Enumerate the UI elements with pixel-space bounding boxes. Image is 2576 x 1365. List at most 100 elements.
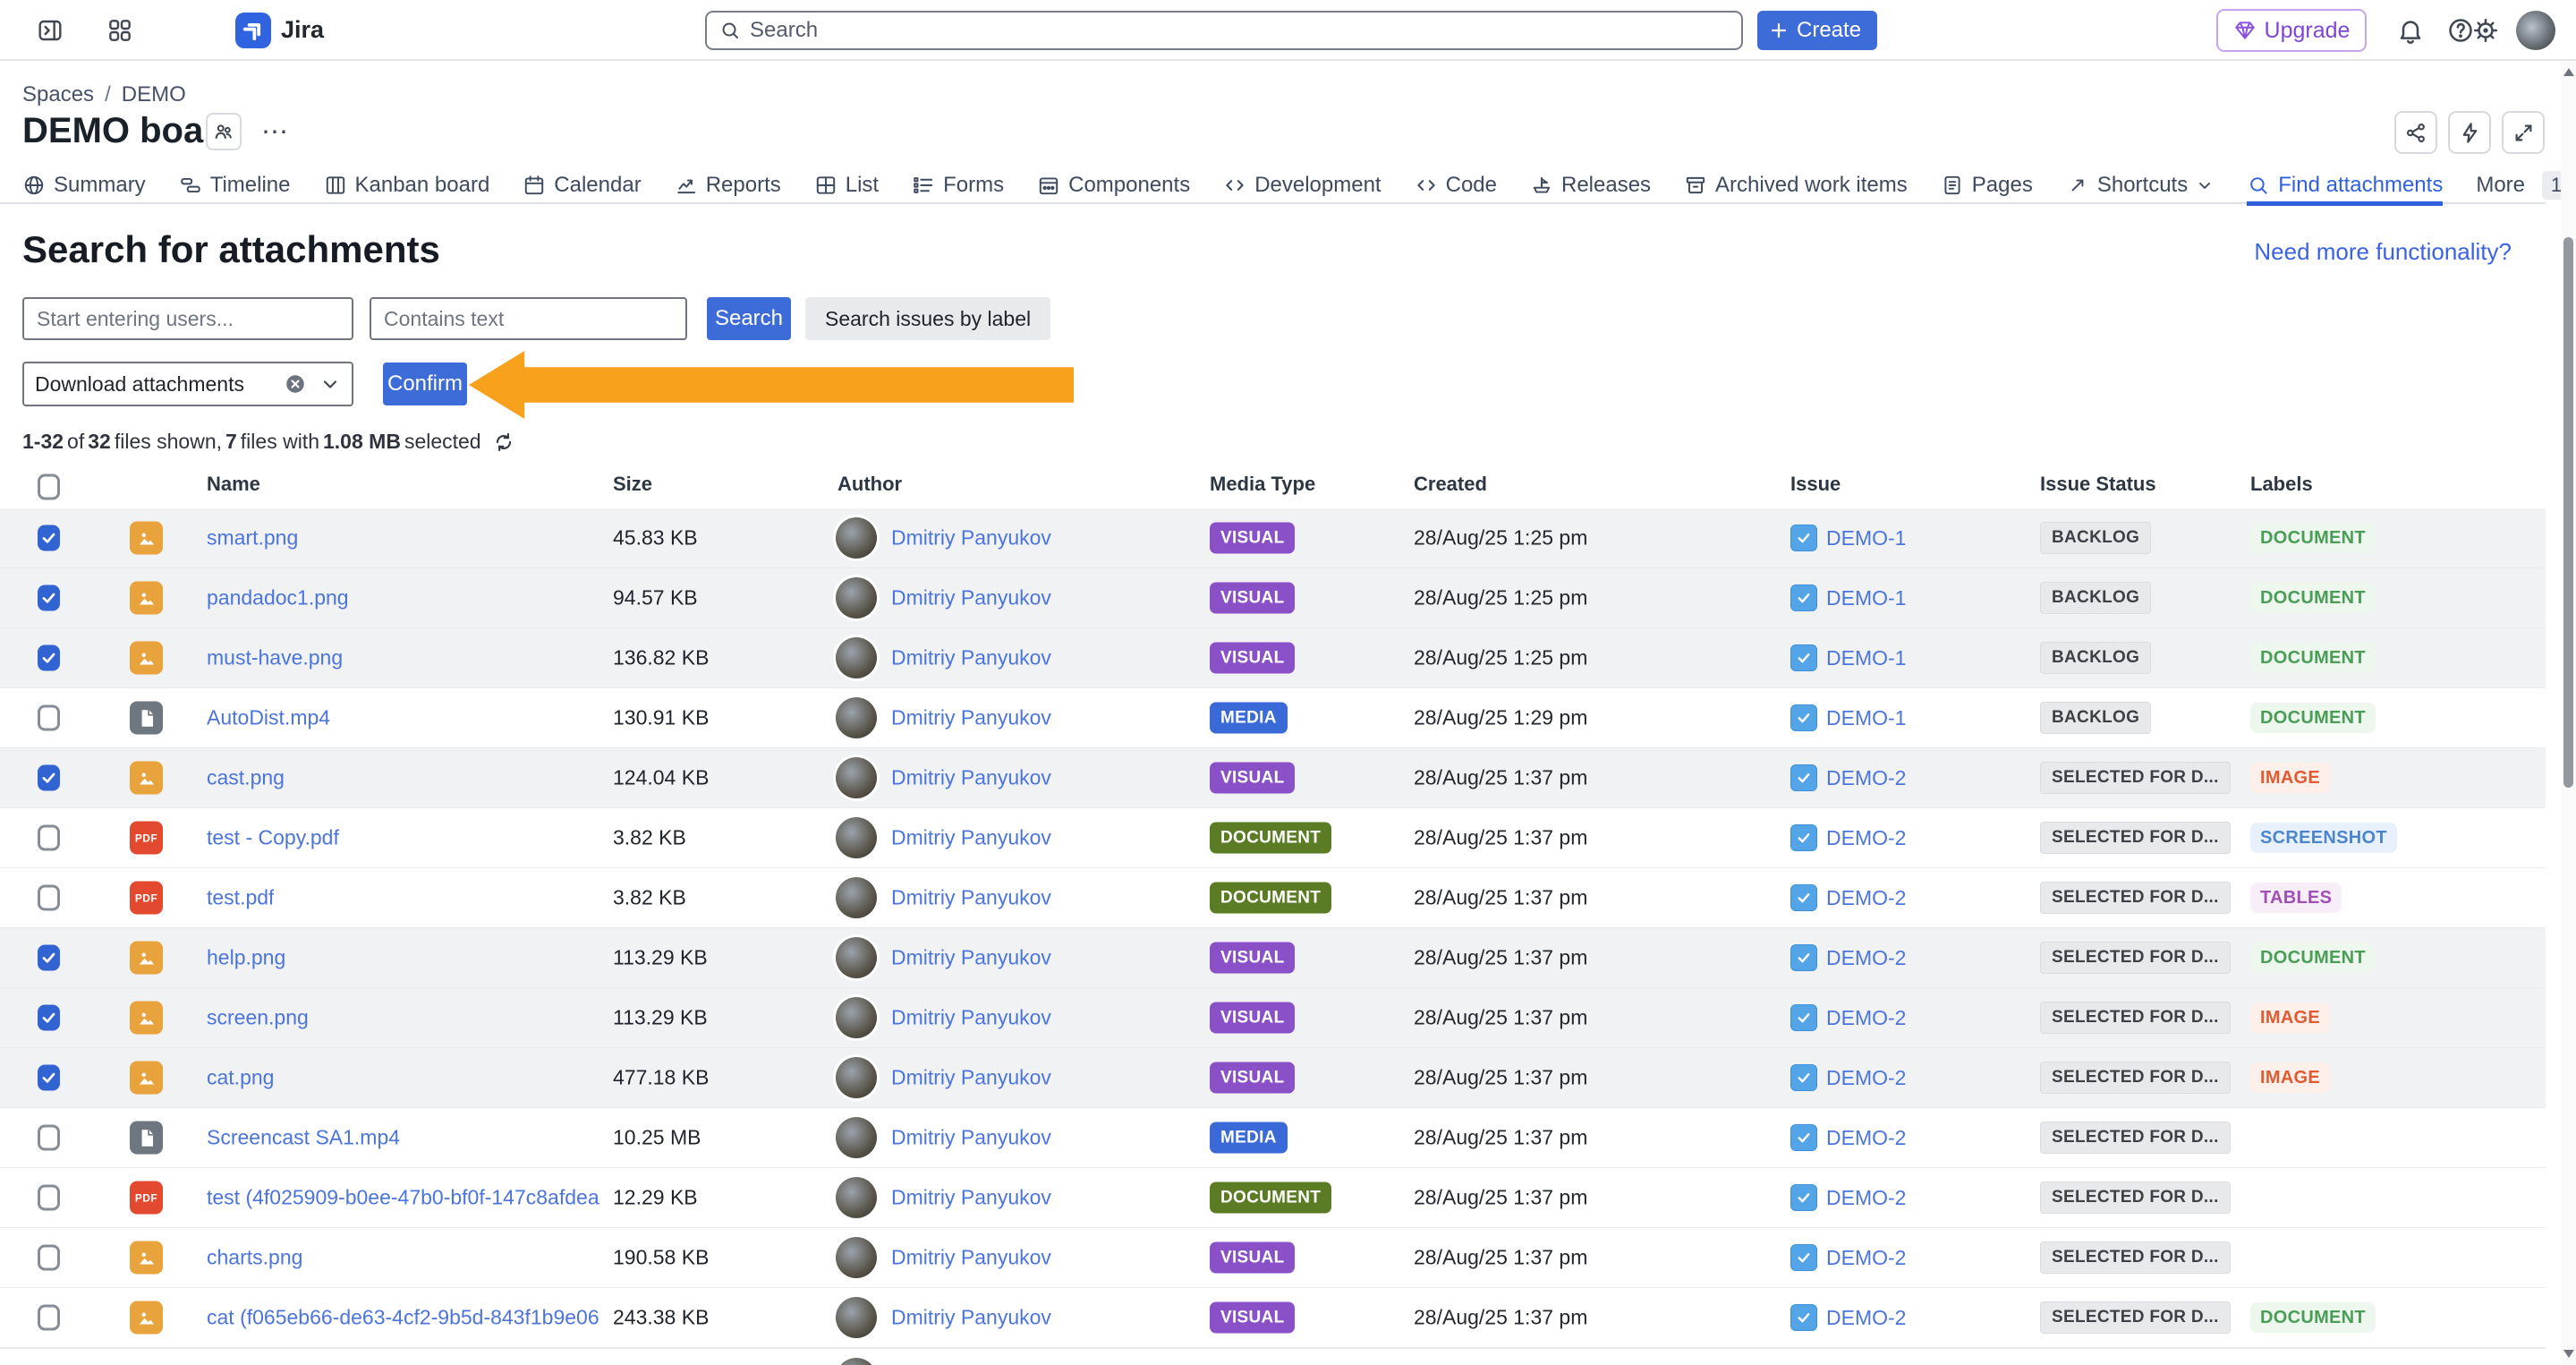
file-name-link[interactable]: test (4f025909-b0ee-47b0-bf0f-147c8afdea… [207, 1186, 600, 1210]
need-more-functionality-link[interactable]: Need more functionality? [2254, 238, 2512, 266]
tab-development[interactable]: Development [1223, 166, 1381, 204]
users-filter-input[interactable] [22, 297, 353, 340]
issue-link[interactable]: DEMO-1 [1826, 646, 1906, 670]
col-header-issue[interactable]: Issue [1790, 473, 1841, 496]
confirm-button[interactable]: Confirm [383, 363, 467, 405]
row-checkbox[interactable] [38, 645, 60, 671]
author-link[interactable]: Dmitriy Panyukov [891, 1126, 1051, 1150]
issue-link[interactable]: DEMO-2 [1826, 1006, 1906, 1030]
scrollbar-down-arrow[interactable] [2563, 1350, 2574, 1358]
issue-link[interactable]: DEMO-2 [1826, 1246, 1906, 1270]
author-link[interactable]: Dmitriy Panyukov [891, 526, 1051, 550]
scrollbar-thumb[interactable] [2563, 237, 2573, 788]
create-button[interactable]: Create [1757, 11, 1877, 50]
upgrade-button[interactable]: Upgrade [2216, 9, 2367, 52]
file-name-link[interactable]: charts.png [207, 1246, 302, 1270]
action-select[interactable]: Download attachments [22, 362, 353, 406]
share-button[interactable] [2394, 111, 2437, 154]
board-members-button[interactable] [206, 113, 242, 150]
refresh-icon[interactable] [492, 431, 515, 454]
file-name-link[interactable]: pandadoc1.png [207, 586, 349, 610]
tab-calendar[interactable]: Calendar [523, 166, 641, 204]
author-link[interactable]: Dmitriy Panyukov [891, 946, 1051, 970]
author-link[interactable]: Dmitriy Panyukov [891, 1006, 1051, 1030]
tab-shortcuts[interactable]: Shortcuts [2066, 166, 2214, 204]
file-name-link[interactable]: cast.png [207, 766, 285, 790]
row-checkbox[interactable] [38, 1245, 60, 1271]
tab-reports[interactable]: Reports [675, 166, 781, 204]
tab-pages[interactable]: Pages [1941, 166, 2033, 204]
issue-link[interactable]: DEMO-2 [1826, 946, 1906, 970]
row-checkbox[interactable] [38, 765, 60, 791]
row-checkbox[interactable] [38, 885, 60, 911]
sidebar-collapse-icon[interactable] [36, 16, 64, 45]
col-header-labels[interactable]: Labels [2250, 473, 2313, 496]
breadcrumb-spaces-link[interactable]: Spaces [22, 82, 94, 107]
row-checkbox[interactable] [38, 525, 60, 551]
author-link[interactable]: Dmitriy Panyukov [891, 826, 1051, 850]
notifications-bell-icon[interactable] [2396, 16, 2425, 45]
global-search[interactable] [705, 11, 1743, 50]
issue-link[interactable]: DEMO-1 [1826, 706, 1906, 730]
tab-archived-work-items[interactable]: Archived work items [1684, 166, 1908, 204]
tab-summary[interactable]: Summary [22, 166, 146, 204]
file-name-link[interactable]: help.png [207, 946, 285, 970]
col-header-author[interactable]: Author [837, 473, 902, 496]
author-link[interactable]: Dmitriy Panyukov [891, 1246, 1051, 1270]
issue-link[interactable]: DEMO-2 [1826, 1066, 1906, 1090]
search-issues-by-label-button[interactable]: Search issues by label [805, 297, 1050, 340]
issue-link[interactable]: DEMO-1 [1826, 586, 1906, 610]
file-name-link[interactable]: screen.png [207, 1006, 309, 1030]
issue-link[interactable]: DEMO-2 [1826, 886, 1906, 910]
issue-link[interactable]: DEMO-2 [1826, 1186, 1906, 1210]
file-name-link[interactable]: cat.png [207, 1066, 274, 1090]
search-button[interactable]: Search [707, 297, 791, 340]
breadcrumb-project-link[interactable]: DEMO [122, 82, 186, 107]
col-header-media-type[interactable]: Media Type [1210, 473, 1315, 496]
tab-code[interactable]: Code [1415, 166, 1497, 204]
scrollbar-up-arrow[interactable] [2563, 68, 2574, 76]
author-link[interactable]: Dmitriy Panyukov [891, 646, 1051, 670]
app-switcher-icon[interactable] [106, 16, 134, 45]
file-name-link[interactable]: AutoDist.mp4 [207, 706, 330, 730]
tab-list[interactable]: List [814, 166, 879, 204]
row-checkbox[interactable] [38, 1305, 60, 1331]
col-header-size[interactable]: Size [613, 473, 652, 496]
fullscreen-button[interactable] [2502, 111, 2545, 154]
col-header-created[interactable]: Created [1414, 473, 1487, 496]
file-name-link[interactable]: test - Copy.pdf [207, 826, 339, 850]
file-name-link[interactable]: Screencast SA1.mp4 [207, 1126, 400, 1150]
file-name-link[interactable]: must-have.png [207, 646, 343, 670]
row-checkbox[interactable] [38, 585, 60, 611]
tab-forms[interactable]: Forms [912, 166, 1004, 204]
page-scrollbar[interactable] [2561, 61, 2576, 1365]
contains-text-input[interactable] [370, 297, 687, 340]
row-checkbox[interactable] [38, 1125, 60, 1151]
board-more-actions-button[interactable]: ⋯ [261, 116, 290, 148]
issue-link[interactable]: DEMO-1 [1826, 526, 1906, 550]
col-header-issue-status[interactable]: Issue Status [2040, 473, 2156, 496]
issue-link[interactable]: DEMO-2 [1826, 1306, 1906, 1330]
jira-logo[interactable] [235, 13, 271, 48]
settings-gear-icon[interactable] [2471, 16, 2500, 45]
issue-link[interactable]: DEMO-2 [1826, 1126, 1906, 1150]
author-link[interactable]: Dmitriy Panyukov [891, 766, 1051, 790]
tab-kanban-board[interactable]: Kanban board [324, 166, 490, 204]
author-link[interactable]: Dmitriy Panyukov [891, 1066, 1051, 1090]
file-name-link[interactable]: smart.png [207, 526, 298, 550]
row-checkbox[interactable] [38, 1005, 60, 1031]
row-checkbox[interactable] [38, 705, 60, 731]
tab-more[interactable]: More1 [2476, 166, 2571, 204]
row-checkbox[interactable] [38, 1185, 60, 1211]
author-link[interactable]: Dmitriy Panyukov [891, 586, 1051, 610]
select-all-checkbox[interactable] [38, 474, 60, 500]
author-link[interactable]: Dmitriy Panyukov [891, 1186, 1051, 1210]
author-link[interactable]: Dmitriy Panyukov [891, 1306, 1051, 1330]
author-link[interactable]: Dmitriy Panyukov [891, 706, 1051, 730]
issue-link[interactable]: DEMO-2 [1826, 826, 1906, 850]
file-name-link[interactable]: cat (f065eb66-de63-4cf2-9b5d-843f1b9e06.… [207, 1306, 600, 1330]
row-checkbox[interactable] [38, 1065, 60, 1091]
clear-selection-icon[interactable] [284, 372, 307, 396]
author-link[interactable]: Dmitriy Panyukov [891, 886, 1051, 910]
tab-releases[interactable]: Releases [1530, 166, 1651, 204]
